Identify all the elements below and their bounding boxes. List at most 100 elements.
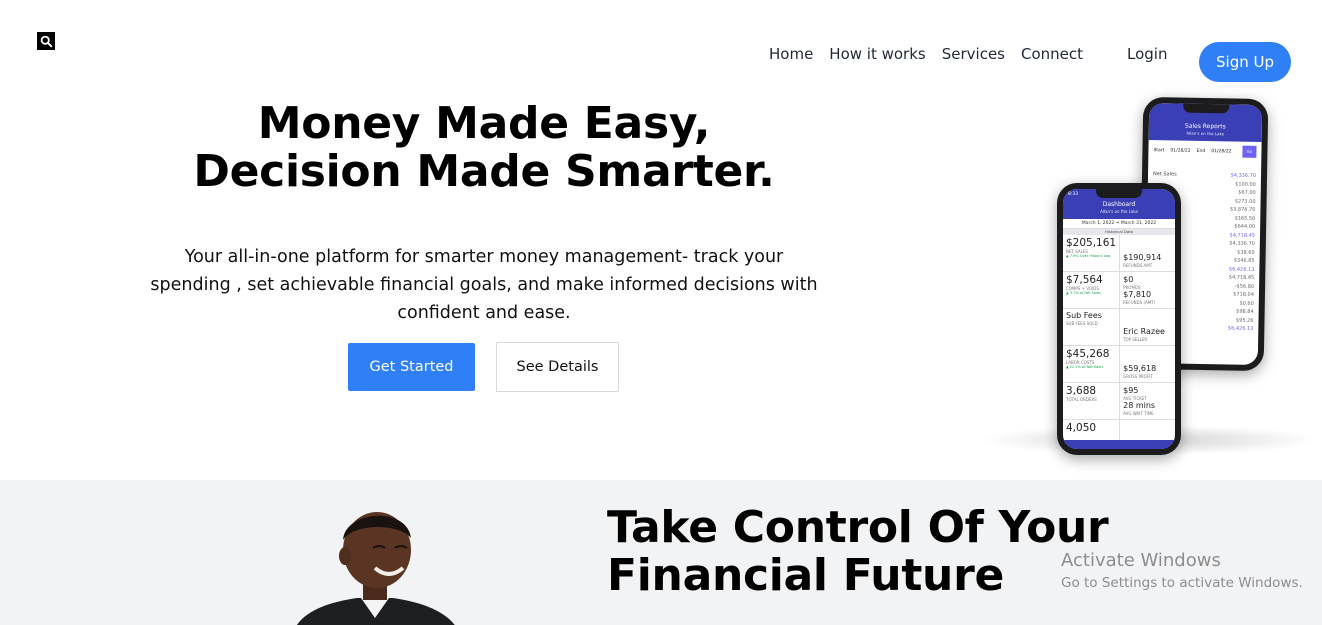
- section-title: Take Control Of Your Financial Future: [607, 502, 1109, 601]
- metric-value: Sub Fees: [1066, 311, 1102, 320]
- hero-title: Money Made Easy, Decision Made Smarter.: [150, 100, 818, 196]
- report-row-value: -$56.80: [1234, 283, 1255, 290]
- metric-value: Eric Razee: [1123, 327, 1165, 336]
- metric-content: $45,268 LABOR COSTS ▲ 22.1% of Net Sales: [1066, 348, 1116, 369]
- metric-value-secondary: $7,810: [1123, 290, 1152, 299]
- phone-notch: [1182, 103, 1229, 114]
- report-row-value: $346.85: [1233, 257, 1255, 264]
- metric-card: Eric Razee TOP SELLER: [1120, 309, 1175, 346]
- metric-label-secondary: AVG WAIT TIME: [1123, 411, 1154, 416]
- metric-content: Sub Fees SUB FEES SOLD: [1066, 311, 1116, 326]
- nav-services[interactable]: Services: [942, 45, 1005, 63]
- metric-content: 3,688 TOTAL ORDERS: [1066, 385, 1116, 402]
- metric-label-secondary: REFUNDS (AMT): [1123, 300, 1156, 305]
- metric-content: Eric Razee TOP SELLER: [1123, 327, 1165, 342]
- report-row-value: $718.04: [1233, 291, 1254, 298]
- metric-card: $205,161 NET SALES ▲ 7.9% Over Historic Av…: [1063, 235, 1121, 272]
- date-range-row: Start 01/28/22 End 01/28/22 Go: [1148, 140, 1261, 162]
- bottom-bar: [1063, 440, 1175, 449]
- start-label: Start: [1153, 147, 1165, 153]
- login-link[interactable]: Login: [1127, 45, 1167, 63]
- metric-value: $59,618: [1123, 364, 1157, 373]
- report-row-value: $644.00: [1234, 223, 1256, 230]
- metric-trend: ▲ 7.9% Over Historic Avg: [1066, 254, 1111, 258]
- hero-title-line1: Money Made Easy,: [257, 98, 711, 149]
- dashboard-grid: $205,161 NET SALES ▲ 7.9% Over Historic Av…: [1063, 235, 1175, 449]
- report-row-value: $95.26: [1235, 317, 1254, 324]
- metric-value: $45,268: [1066, 348, 1110, 360]
- metric-card: $190,914 REFUNDS AMT: [1120, 235, 1175, 272]
- metric-card: Sub Fees SUB FEES SOLD: [1063, 309, 1121, 346]
- phone-screen: 8:33 Dashboard Allan's on the Lake March…: [1063, 189, 1175, 449]
- metric-label: TOP SELLER: [1123, 337, 1148, 342]
- status-time: 8:33: [1068, 192, 1079, 197]
- metric-value: $95: [1123, 386, 1139, 395]
- report-row-value: $4,718.45: [1228, 274, 1255, 281]
- app-title: Dashboard: [1102, 201, 1136, 208]
- metric-card: $95 AVG TICKET 28 mins AVG WAIT TIME: [1120, 383, 1175, 420]
- phone-mockups-image: Sales Reports Allan's on the Lake Start …: [975, 95, 1322, 465]
- metric-label: SUB FEES SOLD: [1066, 321, 1098, 326]
- report-row-value: $273.00: [1234, 198, 1256, 205]
- metric-trend: ▲ 22.1% of Net Sales: [1066, 365, 1104, 369]
- metric-content: $190,914 REFUNDS AMT: [1123, 253, 1161, 268]
- watermark-line1: Activate Windows: [1061, 550, 1221, 571]
- report-row-value: $165.50: [1234, 215, 1256, 222]
- see-details-button[interactable]: See Details: [496, 342, 619, 392]
- section-title-line1: Take Control Of Your: [607, 502, 1109, 553]
- nav-home[interactable]: Home: [769, 45, 813, 63]
- nav-how-it-works[interactable]: How it works: [829, 45, 925, 63]
- watermark-line2: Go to Settings to activate Windows.: [1061, 575, 1303, 591]
- smiling-man-photo: [297, 512, 455, 625]
- get-started-button[interactable]: Get Started: [348, 343, 475, 391]
- metric-card: $59,618 GROSS PROFIT: [1120, 346, 1175, 383]
- metric-value: $190,914: [1123, 253, 1162, 262]
- metric-value-secondary: 28 mins: [1123, 401, 1156, 410]
- start-value: 01/28/22: [1170, 147, 1191, 154]
- report-row-value: $100.00: [1235, 181, 1256, 188]
- metric-value: $7,564: [1066, 274, 1103, 286]
- section-title-line2: Financial Future: [607, 550, 1005, 601]
- metric-content: 4,050: [1066, 422, 1116, 434]
- metric-content: $7,564 COMPS + VOIDS ▲ 3.7% of Net Sales: [1066, 274, 1116, 295]
- metric-value: 3,688: [1066, 385, 1097, 397]
- report-row-value: $98.84: [1236, 308, 1254, 315]
- phone-notch: [1096, 189, 1142, 198]
- metric-label: GROSS PROFIT: [1123, 374, 1153, 379]
- metric-trend: ▲ 3.7% of Net Sales: [1066, 291, 1101, 295]
- app-subtitle: Allan's on the Lake: [1186, 130, 1225, 137]
- landing-page: Home How it works Services Connect Login…: [0, 0, 1322, 625]
- metric-label: REFUNDS AMT: [1123, 263, 1153, 268]
- hero-subtitle: Your all-in-one platform for smarter mon…: [150, 247, 818, 323]
- metric-label: TOTAL ORDERS: [1066, 397, 1097, 402]
- nav-connect[interactable]: Connect: [1021, 45, 1083, 63]
- report-row-value: $4,336.70: [1229, 240, 1255, 247]
- metric-card: $45,268 LABOR COSTS ▲ 22.1% of Net Sales: [1063, 346, 1121, 383]
- metric-content: $205,161 NET SALES ▲ 7.9% Over Historic Av…: [1066, 237, 1116, 258]
- go-button: Go: [1242, 145, 1257, 158]
- app-subtitle: Allan's on the Lake: [1100, 209, 1138, 214]
- metric-value: $0: [1123, 275, 1134, 284]
- report-row-value: $6,426.13: [1227, 325, 1254, 332]
- metric-value: 4,050: [1066, 422, 1097, 434]
- search-icon[interactable]: [37, 32, 55, 50]
- metric-value: $205,161: [1066, 237, 1117, 249]
- end-value: 01/28/22: [1211, 148, 1232, 154]
- windows-activation-watermark: Activate Windows Go to Settings to activ…: [1061, 549, 1303, 593]
- metric-content: $59,618 GROSS PROFIT: [1123, 364, 1156, 379]
- metric-card: 3,688 TOTAL ORDERS: [1063, 383, 1121, 420]
- main-nav: Home How it works Services Connect: [769, 45, 1083, 63]
- date-range: March 1, 2022 ⇒ March 31, 2022: [1063, 219, 1175, 229]
- metric-content: $95 AVG TICKET 28 mins AVG WAIT TIME: [1123, 386, 1155, 416]
- sign-up-button[interactable]: Sign Up: [1199, 42, 1291, 82]
- dashboard-phone: 8:33 Dashboard Allan's on the Lake March…: [1057, 183, 1181, 455]
- hero-title-line2: Decision Made Smarter.: [193, 146, 775, 197]
- report-row-label: Net Sales: [1152, 171, 1177, 178]
- end-label: End: [1196, 148, 1206, 154]
- report-row-value: $67.00: [1238, 189, 1256, 196]
- metric-card: $7,564 COMPS + VOIDS ▲ 3.7% of Net Sales: [1063, 272, 1121, 309]
- report-row-value: $0.60: [1239, 300, 1254, 307]
- report-row-value: $38.60: [1237, 249, 1255, 256]
- metric-card: $0 PROMOS $7,810 REFUNDS (AMT): [1120, 272, 1175, 309]
- metric-content: $0 PROMOS $7,810 REFUNDS (AMT): [1123, 275, 1155, 305]
